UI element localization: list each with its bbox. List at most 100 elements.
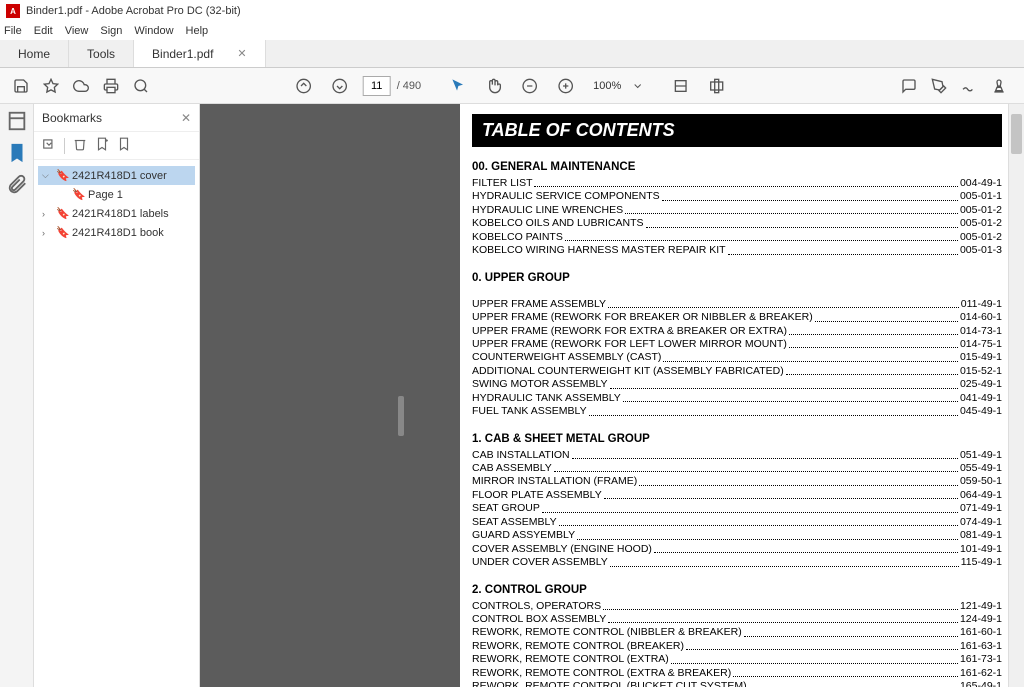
toc-entry: REWORK, REMOTE CONTROL (BREAKER) 161-63-…	[472, 640, 1002, 653]
toc-entry: UNDER COVER ASSEMBLY 115-49-1	[472, 556, 1002, 569]
toc-entry: FUEL TANK ASSEMBLY 045-49-1	[472, 405, 1002, 418]
bookmarks-icon[interactable]	[6, 142, 28, 164]
tab-home[interactable]: Home	[0, 40, 69, 67]
pointer-icon[interactable]	[445, 73, 471, 99]
page-total: / 490	[397, 80, 421, 92]
toc-entry: REWORK, REMOTE CONTROL (EXTRA & BREAKER)…	[472, 667, 1002, 680]
toc-entry: COUNTERWEIGHT ASSEMBLY (CAST) 015-49-1	[472, 351, 1002, 364]
zoom-level[interactable]: 100%	[589, 80, 625, 92]
toc-entry: COVER ASSEMBLY (ENGINE HOOD) 101-49-1	[472, 543, 1002, 556]
expand-icon[interactable]: ›	[42, 209, 52, 219]
toc-entry: SWING MOTOR ASSEMBLY 025-49-1	[472, 378, 1002, 391]
menu-file[interactable]: File	[4, 25, 22, 37]
fit-width-icon[interactable]	[667, 73, 693, 99]
toc-entry: CAB ASSEMBLY 055-49-1	[472, 462, 1002, 475]
bookmark-label: 2421R418D1 labels	[72, 208, 169, 220]
highlight-icon[interactable]	[926, 73, 952, 99]
chevron-down-icon[interactable]	[631, 73, 643, 99]
bookmark-label: 2421R418D1 cover	[72, 170, 167, 182]
find-bookmark-icon[interactable]	[117, 137, 131, 154]
menubar: File Edit View Sign Window Help	[0, 22, 1024, 40]
main: Bookmarks ✕ ⌵ 🔖 2421R418D1 cover 🔖 Page …	[0, 104, 1024, 687]
tab-document[interactable]: Binder1.pdf ✕	[134, 40, 266, 67]
splitter-handle[interactable]	[398, 396, 404, 436]
menu-help[interactable]: Help	[186, 25, 209, 37]
toc-entry: UPPER FRAME (REWORK FOR LEFT LOWER MIRRO…	[472, 338, 1002, 351]
attachments-icon[interactable]	[6, 174, 28, 196]
menu-window[interactable]: Window	[134, 25, 173, 37]
toc-entry: HYDRAULIC SERVICE COMPONENTS 005-01-1	[472, 190, 1002, 203]
toc-section-header: 0. UPPER GROUP	[472, 272, 1002, 284]
toc-entry: UPPER FRAME ASSEMBLY 011-49-1	[472, 298, 1002, 311]
bookmarks-header: Bookmarks ✕	[34, 104, 199, 132]
bookmark-label: 2421R418D1 book	[72, 227, 164, 239]
document-area: TABLE OF CONTENTS 00. GENERAL MAINTENANC…	[200, 104, 1024, 687]
options-icon[interactable]	[42, 137, 56, 154]
bookmarks-tools	[34, 132, 199, 160]
toc-entry: UPPER FRAME (REWORK FOR BREAKER OR NIBBL…	[472, 311, 1002, 324]
print-icon[interactable]	[98, 73, 124, 99]
save-icon[interactable]	[8, 73, 34, 99]
delete-icon[interactable]	[73, 137, 87, 154]
bookmark-icon: 🔖	[72, 188, 84, 201]
close-icon[interactable]: ✕	[237, 47, 246, 60]
bookmark-item[interactable]: › 🔖 2421R418D1 labels	[38, 204, 195, 223]
toc-entry: SEAT ASSEMBLY 074-49-1	[472, 516, 1002, 529]
toc-title: TABLE OF CONTENTS	[472, 114, 1002, 147]
toc-entry: MIRROR INSTALLATION (FRAME) 059-50-1	[472, 475, 1002, 488]
expand-icon[interactable]: ›	[42, 228, 52, 238]
zoom-out-icon[interactable]	[517, 73, 543, 99]
stamp-icon[interactable]	[986, 73, 1012, 99]
toc-entry: CONTROL BOX ASSEMBLY 124-49-1	[472, 613, 1002, 626]
app-icon: A	[6, 4, 20, 18]
menu-edit[interactable]: Edit	[34, 25, 53, 37]
bookmark-icon: 🔖	[56, 207, 68, 220]
window-title: Binder1.pdf - Adobe Acrobat Pro DC (32-b…	[26, 5, 241, 17]
bookmark-item[interactable]: › 🔖 2421R418D1 book	[38, 223, 195, 242]
bookmark-item[interactable]: 🔖 Page 1	[54, 185, 195, 204]
bookmark-item[interactable]: ⌵ 🔖 2421R418D1 cover	[38, 166, 195, 185]
toolbar-right	[896, 73, 1016, 99]
toc-entry: REWORK, REMOTE CONTROL (EXTRA) 161-73-1	[472, 653, 1002, 666]
tab-tools[interactable]: Tools	[69, 40, 134, 67]
bookmarks-title: Bookmarks	[42, 111, 102, 125]
page-up-icon[interactable]	[291, 73, 317, 99]
toc-entry: REWORK, REMOTE CONTROL (NIBBLER & BREAKE…	[472, 626, 1002, 639]
collapse-icon[interactable]: ⌵	[42, 170, 52, 181]
toc-entry: HYDRAULIC LINE WRENCHES 005-01-2	[472, 204, 1002, 217]
page-gutter	[200, 104, 460, 687]
menu-view[interactable]: View	[65, 25, 89, 37]
toc-entry: UPPER FRAME (REWORK FOR EXTRA & BREAKER …	[472, 325, 1002, 338]
toc-entry: FILTER LIST 004-49-1	[472, 177, 1002, 190]
toc-entry: GUARD ASSYEMBLY 081-49-1	[472, 529, 1002, 542]
toc-entry: ADDITIONAL COUNTERWEIGHT KIT (ASSEMBLY F…	[472, 365, 1002, 378]
bookmark-icon: 🔖	[56, 226, 68, 239]
bookmark-icon: 🔖	[56, 169, 68, 182]
page-down-icon[interactable]	[327, 73, 353, 99]
tabbar: Home Tools Binder1.pdf ✕	[0, 40, 1024, 68]
thumbnails-icon[interactable]	[6, 110, 28, 132]
toc-section-header: 2. CONTROL GROUP	[472, 584, 1002, 596]
page-number-input[interactable]	[363, 76, 391, 96]
bookmarks-tree: ⌵ 🔖 2421R418D1 cover 🔖 Page 1 › 🔖 2421R4…	[34, 160, 199, 248]
toc-entry: REWORK, REMOTE CONTROL (BUCKET CUT SYSTE…	[472, 680, 1002, 687]
toc-entry: KOBELCO OILS AND LUBRICANTS 005-01-2	[472, 217, 1002, 230]
cloud-icon[interactable]	[68, 73, 94, 99]
scrollbar-thumb[interactable]	[1011, 114, 1022, 154]
search-icon[interactable]	[128, 73, 154, 99]
comment-icon[interactable]	[896, 73, 922, 99]
pdf-page: TABLE OF CONTENTS 00. GENERAL MAINTENANC…	[460, 104, 1024, 687]
sign-icon[interactable]	[956, 73, 982, 99]
vertical-scrollbar[interactable]	[1008, 104, 1024, 687]
new-bookmark-icon[interactable]	[95, 137, 109, 154]
toc-entry: FLOOR PLATE ASSEMBLY 064-49-1	[472, 489, 1002, 502]
star-icon[interactable]	[38, 73, 64, 99]
menu-sign[interactable]: Sign	[100, 25, 122, 37]
toolbar-center: / 490 100%	[291, 73, 734, 99]
toc-entry: CAB INSTALLATION 051-49-1	[472, 449, 1002, 462]
toc-section-header: 00. GENERAL MAINTENANCE	[472, 161, 1002, 173]
close-panel-icon[interactable]: ✕	[181, 111, 191, 125]
fit-page-icon[interactable]	[703, 73, 729, 99]
hand-icon[interactable]	[481, 73, 507, 99]
zoom-in-icon[interactable]	[553, 73, 579, 99]
